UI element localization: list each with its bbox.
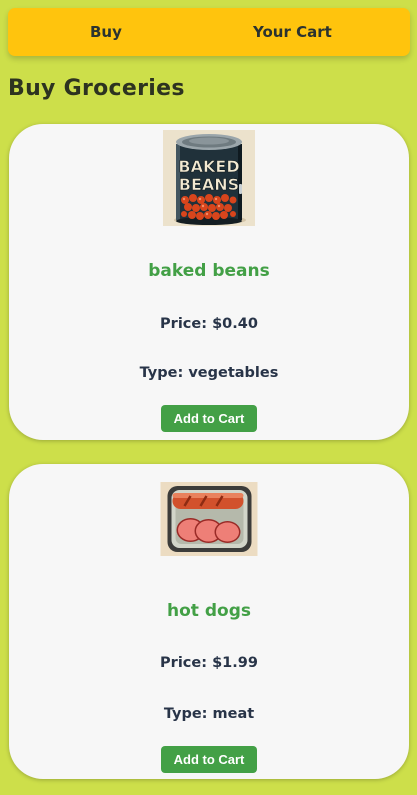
product-name: hot dogs [167,601,251,621]
product-card-hot-dogs: hot dogs Price: $1.99 Type: meat Add to … [9,464,409,779]
product-price: Price: $0.40 [160,316,258,332]
product-type: Type: meat [163,706,255,722]
top-nav-bar: Buy Your Cart [8,8,410,56]
nav-buy-button[interactable]: Buy [90,8,122,56]
add-to-cart-button[interactable]: Add to Cart [161,405,257,432]
hot-dogs-image [160,482,258,556]
product-name: baked beans [148,261,270,281]
can-label-line2: BEANS [179,175,239,194]
product-type: Type: vegetables [139,365,279,381]
product-card-baked-beans: BAKED BEANS baked beans Price: $0.40 Typ… [9,124,409,440]
page-title: Buy Groceries [8,76,185,101]
product-price: Price: $1.99 [160,655,258,671]
baked-beans-image: BAKED BEANS [163,130,255,226]
nav-your-cart-button[interactable]: Your Cart [253,8,332,56]
can-label-line1: BAKED [178,157,239,176]
add-to-cart-button[interactable]: Add to Cart [161,746,257,773]
